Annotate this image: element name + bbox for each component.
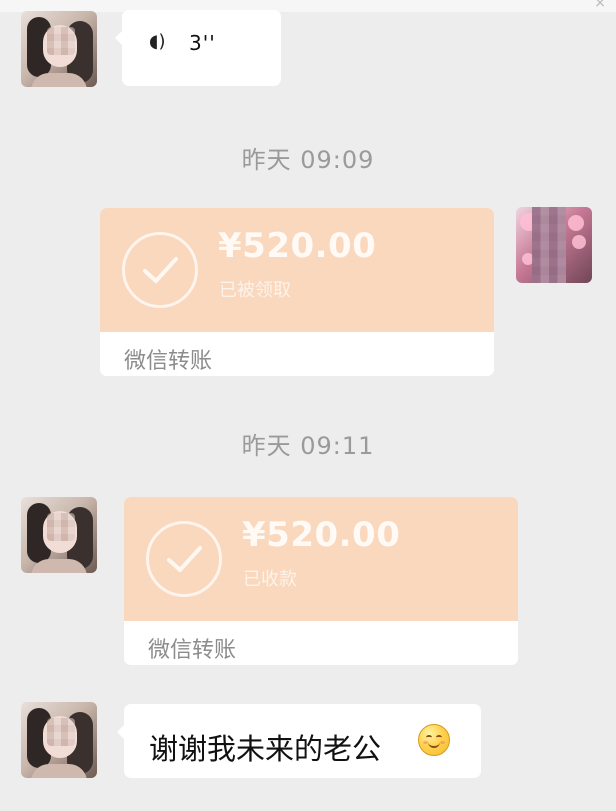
voice-message-icon: ◖) [149, 31, 166, 52]
transfer-status: 已被领取 [219, 280, 291, 301]
voice-message-bubble[interactable]: ◖) 3'' [115, 10, 281, 86]
transfer-footer: 微信转账 [124, 621, 518, 665]
avatar-mosaic [47, 718, 75, 746]
timestamp: 昨天 09:11 [241, 432, 375, 460]
text-message-bubble[interactable]: 谢谢我未来的老公 [117, 704, 481, 778]
blossom-decoration [568, 215, 584, 231]
transfer-card-outgoing[interactable]: ¥520.00 已被领取 微信转账 [100, 208, 494, 376]
smiling-face-emoji [418, 724, 450, 756]
transfer-header: ¥520.00 已被领取 [100, 208, 494, 332]
check-circle-icon [122, 232, 198, 308]
transfer-card-incoming[interactable]: ¥520.00 已收款 微信转账 [124, 497, 518, 665]
avatar-mosaic [47, 513, 75, 541]
avatar-mosaic [47, 27, 75, 55]
transfer-amount: ¥520.00 [242, 515, 401, 555]
transfer-footer: 微信转账 [100, 332, 494, 376]
user-avatar[interactable] [516, 207, 592, 283]
contact-avatar-bottom[interactable] [21, 702, 97, 778]
check-circle-icon [146, 521, 222, 597]
voice-duration: 3'' [189, 31, 216, 55]
transfer-source: 微信转账 [124, 349, 213, 374]
blossom-decoration [572, 235, 586, 249]
emoji-right-blush [440, 741, 445, 744]
contact-avatar-top[interactable] [21, 11, 97, 87]
transfer-status: 已收款 [243, 569, 297, 590]
transfer-amount: ¥520.00 [218, 226, 377, 266]
timestamp: 昨天 09:09 [241, 146, 375, 174]
contact-avatar-middle[interactable] [21, 497, 97, 573]
transfer-header: ¥520.00 已收款 [124, 497, 518, 621]
avatar-shoulder [31, 73, 87, 87]
avatar-shoulder [31, 559, 87, 573]
message-text: 谢谢我未来的老公 [149, 732, 382, 766]
transfer-source: 微信转账 [148, 638, 237, 663]
avatar-shoulder [31, 764, 87, 778]
emoji-mouth [428, 740, 440, 748]
close-icon[interactable]: × [594, 0, 606, 10]
avatar-mosaic [532, 207, 566, 283]
